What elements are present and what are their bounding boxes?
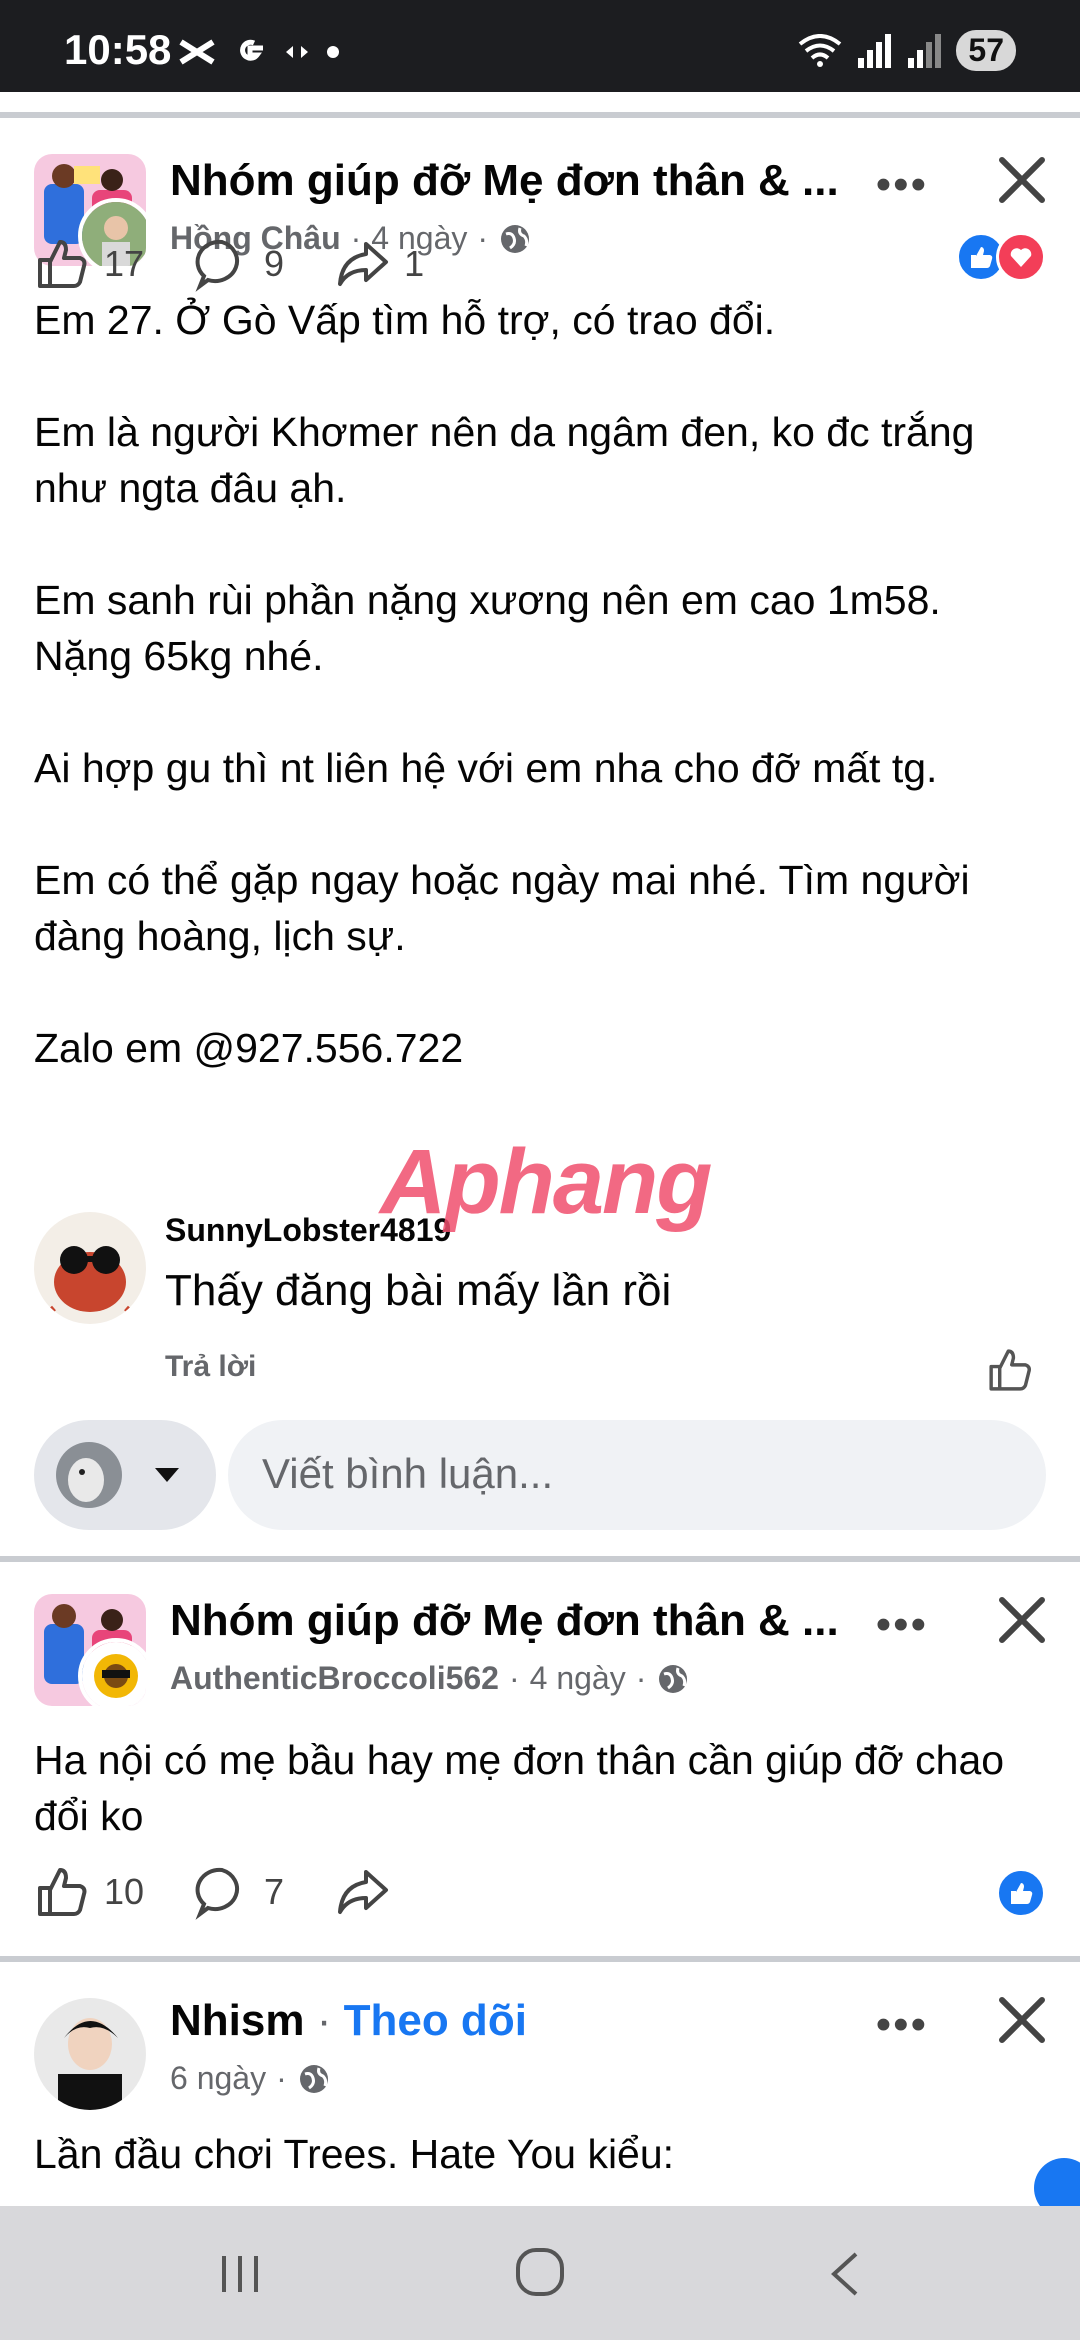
current-user-avatar [56,1442,122,1508]
feed-divider [0,1956,1080,1962]
commenter-avatar[interactable] [34,1212,146,1324]
share-icon [338,1870,389,1914]
signal-icon [858,33,892,68]
author-name[interactable]: Nhism [170,1996,304,2045]
post-meta: 6 ngày · [170,2060,331,2097]
like-button[interactable]: 17 [34,236,144,292]
comment-count: 9 [264,243,285,284]
status-bar: 10:58 57 [0,0,1080,92]
like-icon [38,240,87,288]
like-count: 17 [104,243,145,284]
more-options-icon[interactable]: ••• [876,1600,928,1650]
dot-icon [327,46,339,58]
system-nav-bar [0,2206,1080,2340]
like-reaction-icon [996,1868,1046,1918]
comment-icon [195,1867,240,1920]
globe-icon [659,1664,688,1693]
more-options-icon[interactable]: ••• [876,2000,928,2050]
google-icon [240,39,263,61]
group-avatar[interactable] [34,1594,146,1706]
like-button[interactable]: 10 [34,1864,144,1920]
group-name[interactable]: Nhóm giúp đỡ Mẹ đơn thân & ... [170,1596,839,1646]
post-time[interactable]: 4 ngày [530,1660,626,1697]
status-time: 10:58 [64,26,172,73]
post-header: Nhism · Theo dõi [170,1996,527,2045]
signal-icon-2 [908,33,942,68]
globe-icon [501,224,530,253]
recent-apps-icon[interactable] [216,2250,264,2298]
post-time[interactable]: 6 ngày [170,2060,266,2097]
feed-post: Nhóm giúp đỡ Mẹ đơn thân & ... Hồng Châu… [0,118,1080,1071]
comment-identity-switcher[interactable] [34,1420,216,1530]
comment-button[interactable]: 7 [194,1864,284,1920]
comment-like-icon[interactable] [986,1346,1034,1394]
reaction-summary[interactable] [996,1868,1046,1918]
feed-divider [0,1556,1080,1562]
comment-text: Thấy đăng bài mấy lần rồi [165,1266,672,1315]
post-actions: 10 7 [34,1864,440,1920]
user-avatar[interactable] [34,1998,146,2110]
reaction-summary[interactable] [956,232,1046,282]
share-icon [338,242,389,286]
reply-button[interactable]: Trả lời [165,1350,256,1384]
chevron-down-icon [155,1468,179,1482]
group-name[interactable]: Nhóm giúp đỡ Mẹ đơn thân & ... [170,156,839,206]
like-icon [38,1868,87,1916]
more-options-icon[interactable]: ••• [876,160,928,210]
like-count: 10 [104,1871,145,1912]
close-icon[interactable] [994,1592,1050,1648]
post-actions: 17 9 1 [34,236,474,292]
close-icon[interactable] [994,1992,1050,2048]
post-text: Ha nội có mẹ bầu hay mẹ đơn thân cần giú… [34,1737,1005,1839]
close-icon[interactable] [994,152,1050,208]
link-arrows-icon [286,46,308,58]
love-reaction-icon [996,232,1046,282]
wifi-icon [799,33,842,67]
comment-count: 7 [264,1871,285,1912]
follow-button[interactable]: Theo dõi [344,1996,527,2045]
comment-input-placeholder: Viết bình luận... [262,1450,554,1497]
home-icon[interactable] [514,2246,566,2298]
status-notification-icons [178,34,340,70]
globe-icon [299,2064,328,2093]
battery-indicator: 57 [956,30,1016,71]
share-button[interactable] [334,1864,390,1920]
comment-icon [195,239,240,292]
capcut-icon [179,39,215,65]
share-count: 1 [404,243,425,284]
comment-button[interactable]: 9 [194,236,284,292]
post-text: Lần đầu chơi Trees. Hate You kiểu: [34,2131,675,2177]
watermark-logo: Aphang [380,1131,712,1233]
user-avatar[interactable] [78,1638,146,1706]
back-icon[interactable] [826,2250,866,2298]
comment-input[interactable]: Viết bình luận... [228,1420,1046,1530]
post-meta: AuthenticBroccoli562 · 4 ngày · [170,1660,690,1697]
post-text: Em 27. Ở Gò Vấp tìm hỗ trợ, có trao đổi.… [34,297,975,1071]
author-name[interactable]: AuthenticBroccoli562 [170,1660,499,1697]
share-button[interactable]: 1 [334,236,424,292]
